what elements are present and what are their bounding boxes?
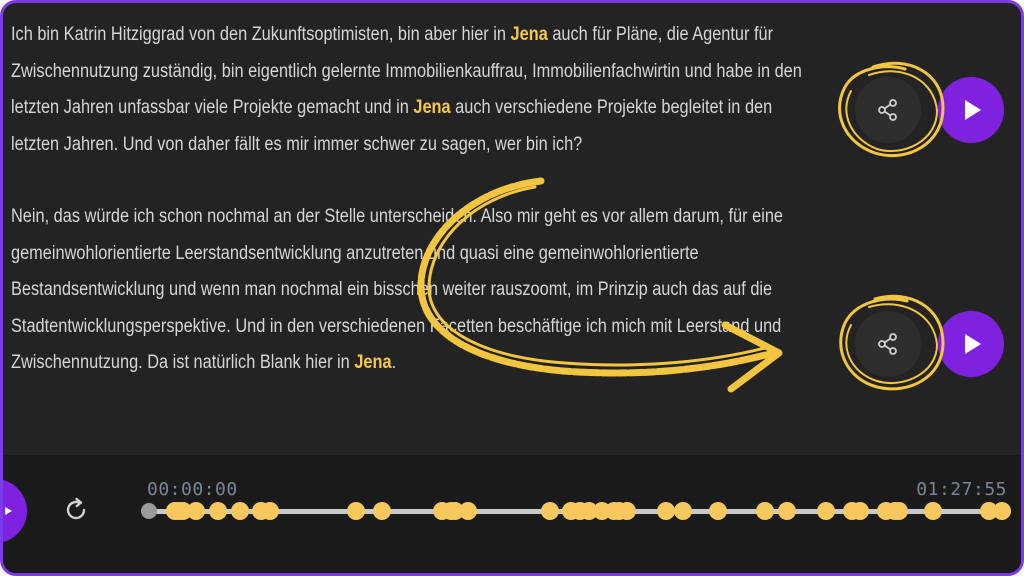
share-button[interactable] (855, 77, 921, 143)
timeline-marker[interactable] (540, 502, 559, 520)
timeline-marker[interactable] (777, 502, 796, 520)
transcript: Ich bin Katrin Hitziggrad von den Zukunf… (11, 17, 811, 437)
audio-player: 00:00:00 01:27:55 (3, 455, 1021, 573)
timeline-marker[interactable] (187, 502, 206, 520)
transcript-text: . (391, 352, 397, 373)
highlighted-keyword[interactable]: Jena (413, 97, 450, 118)
playhead-handle[interactable] (141, 503, 157, 519)
timeline[interactable] (3, 455, 1021, 573)
timeline-marker[interactable] (674, 502, 693, 520)
timeline-marker[interactable] (618, 502, 637, 520)
timeline-marker[interactable] (260, 502, 279, 520)
transcript-paragraph-2: Nein, das würde ich schon nochmal an der… (11, 199, 811, 382)
timeline-marker[interactable] (657, 502, 676, 520)
share-icon (878, 99, 897, 121)
play-paragraph-button[interactable] (938, 77, 1004, 143)
timeline-marker[interactable] (924, 502, 943, 520)
timeline-marker[interactable] (372, 502, 391, 520)
highlighted-keyword[interactable]: Jena (354, 352, 391, 373)
timeline-marker[interactable] (993, 502, 1012, 520)
timeline-marker[interactable] (889, 502, 908, 520)
app-frame: Ich bin Katrin Hitziggrad von den Zukunf… (0, 0, 1024, 576)
share-button[interactable] (855, 311, 921, 377)
timeline-marker[interactable] (230, 502, 249, 520)
timeline-marker[interactable] (851, 502, 870, 520)
timeline-marker[interactable] (816, 502, 835, 520)
timeline-marker[interactable] (708, 502, 727, 520)
share-icon (878, 333, 897, 355)
timeline-marker[interactable] (208, 502, 227, 520)
timeline-marker[interactable] (346, 502, 365, 520)
timeline-marker[interactable] (756, 502, 775, 520)
transcript-text: Ich bin Katrin Hitziggrad von den Zukunf… (11, 24, 511, 45)
play-icon (965, 100, 981, 120)
play-paragraph-button[interactable] (938, 311, 1004, 377)
timeline-marker[interactable] (458, 502, 477, 520)
play-icon (965, 334, 981, 354)
highlighted-keyword[interactable]: Jena (511, 24, 548, 45)
transcript-text: Nein, das würde ich schon nochmal an der… (11, 206, 784, 373)
transcript-paragraph-1: Ich bin Katrin Hitziggrad von den Zukunf… (11, 17, 811, 163)
